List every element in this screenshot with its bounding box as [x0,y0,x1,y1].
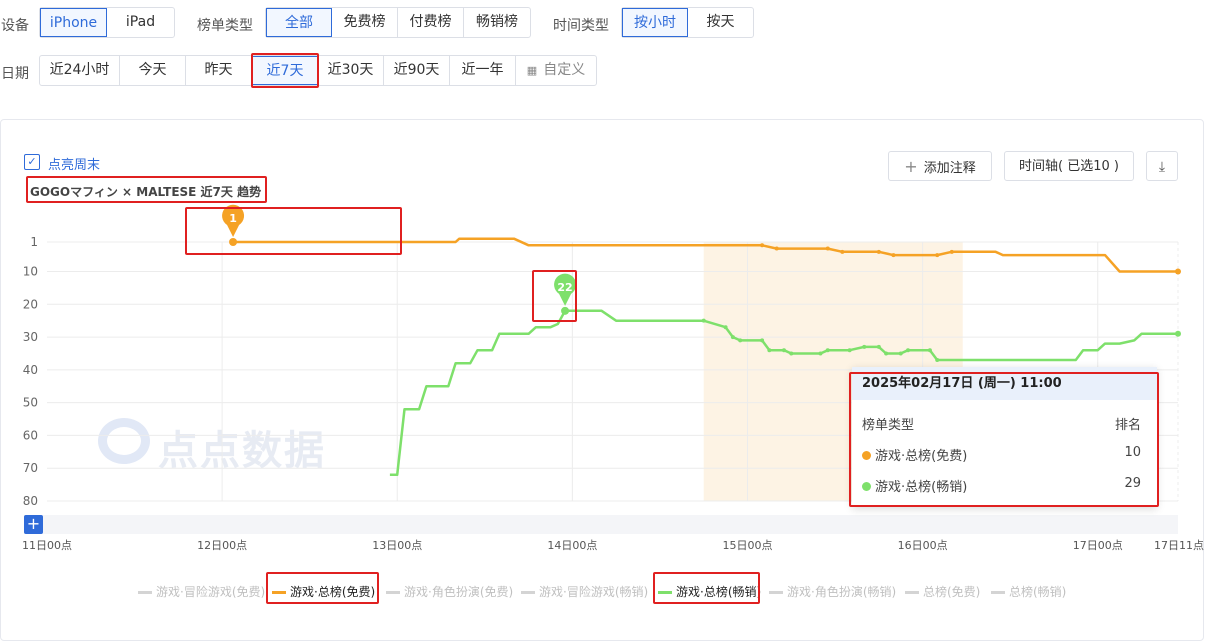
data-point [906,348,911,353]
legend-label: 游戏·冒险游戏(免费) [156,585,266,599]
data-point [840,249,845,254]
data-point [847,348,852,353]
data-point [825,348,830,353]
data-point [898,351,903,356]
y-tick-label: 80 [23,494,38,508]
last-point [1175,330,1181,337]
x-tick-label: 17日00点 [1073,539,1123,552]
data-point [949,249,954,254]
y-tick-label: 20 [23,297,38,311]
legend-swatch [905,591,919,594]
legend-item[interactable]: 总榜(畅销) [991,583,1066,600]
data-point [935,253,940,258]
x-tick-label: 13日00点 [372,539,422,552]
data-point [730,335,735,340]
data-point [789,351,794,356]
data-point [884,351,889,356]
x-tick-label: 15日00点 [722,539,772,552]
y-tick-label: 60 [23,428,38,442]
y-tick-label: 50 [23,396,38,410]
data-point [760,338,765,343]
data-point [825,246,830,251]
highlight-marker-22 [532,270,577,322]
data-point [781,348,786,353]
data-point [701,318,706,323]
legend-item[interactable]: 游戏·冒险游戏(免费) [138,583,265,600]
legend-item[interactable]: 游戏·角色扮演(免费) [386,583,513,600]
data-point [774,246,779,251]
zoom-navigator [24,515,1178,534]
expand-plus-button[interactable]: + [24,515,43,534]
x-tick-label: 16日00点 [898,539,948,552]
highlight-legend-grossing [653,572,760,604]
y-tick-label: 10 [23,265,38,279]
legend-swatch [769,591,783,594]
x-tick-label: 17日11点 [1154,539,1204,552]
legend-item[interactable]: 游戏·角色扮演(畅销) [769,583,896,600]
y-tick-label: 1 [30,235,38,249]
legend-label: 游戏·冒险游戏(畅销) [539,585,649,599]
y-tick-label: 40 [23,363,38,377]
data-point [760,243,765,248]
legend-swatch [386,591,400,594]
data-point [891,253,896,258]
data-point [738,338,743,343]
legend-label: 游戏·角色扮演(免费) [404,585,514,599]
legend-label: 总榜(畅销) [1009,585,1067,599]
data-point [935,358,940,363]
x-tick-label: 12日00点 [197,539,247,552]
rank-trend-chart: 1 10 20 30 40 50 60 70 80 11日00点 12日00点 13日00点 14日00… [22,204,1204,552]
legend-swatch [991,591,1005,594]
x-tick-label: 14日00点 [547,539,597,552]
data-point [876,249,881,254]
data-point [818,351,823,356]
legend-label: 总榜(免费) [923,585,981,599]
data-point [723,325,728,330]
legend-item[interactable]: 总榜(免费) [905,583,980,600]
legend-swatch [138,591,152,594]
data-point [876,344,881,349]
highlight-tooltip [849,372,1159,507]
legend-item[interactable]: 游戏·冒险游戏(畅销) [521,583,648,600]
legend-label: 游戏·角色扮演(畅销) [787,585,897,599]
y-tick-label: 70 [23,461,38,475]
y-tick-label: 30 [23,330,38,344]
data-point [767,348,772,353]
highlight-legend-free [266,572,379,604]
data-point [927,348,932,353]
legend-swatch [521,591,535,594]
last-point [1175,268,1181,275]
data-point [862,344,867,349]
x-tick-label: 11日00点 [22,539,72,552]
highlight-marker-1 [185,207,402,255]
